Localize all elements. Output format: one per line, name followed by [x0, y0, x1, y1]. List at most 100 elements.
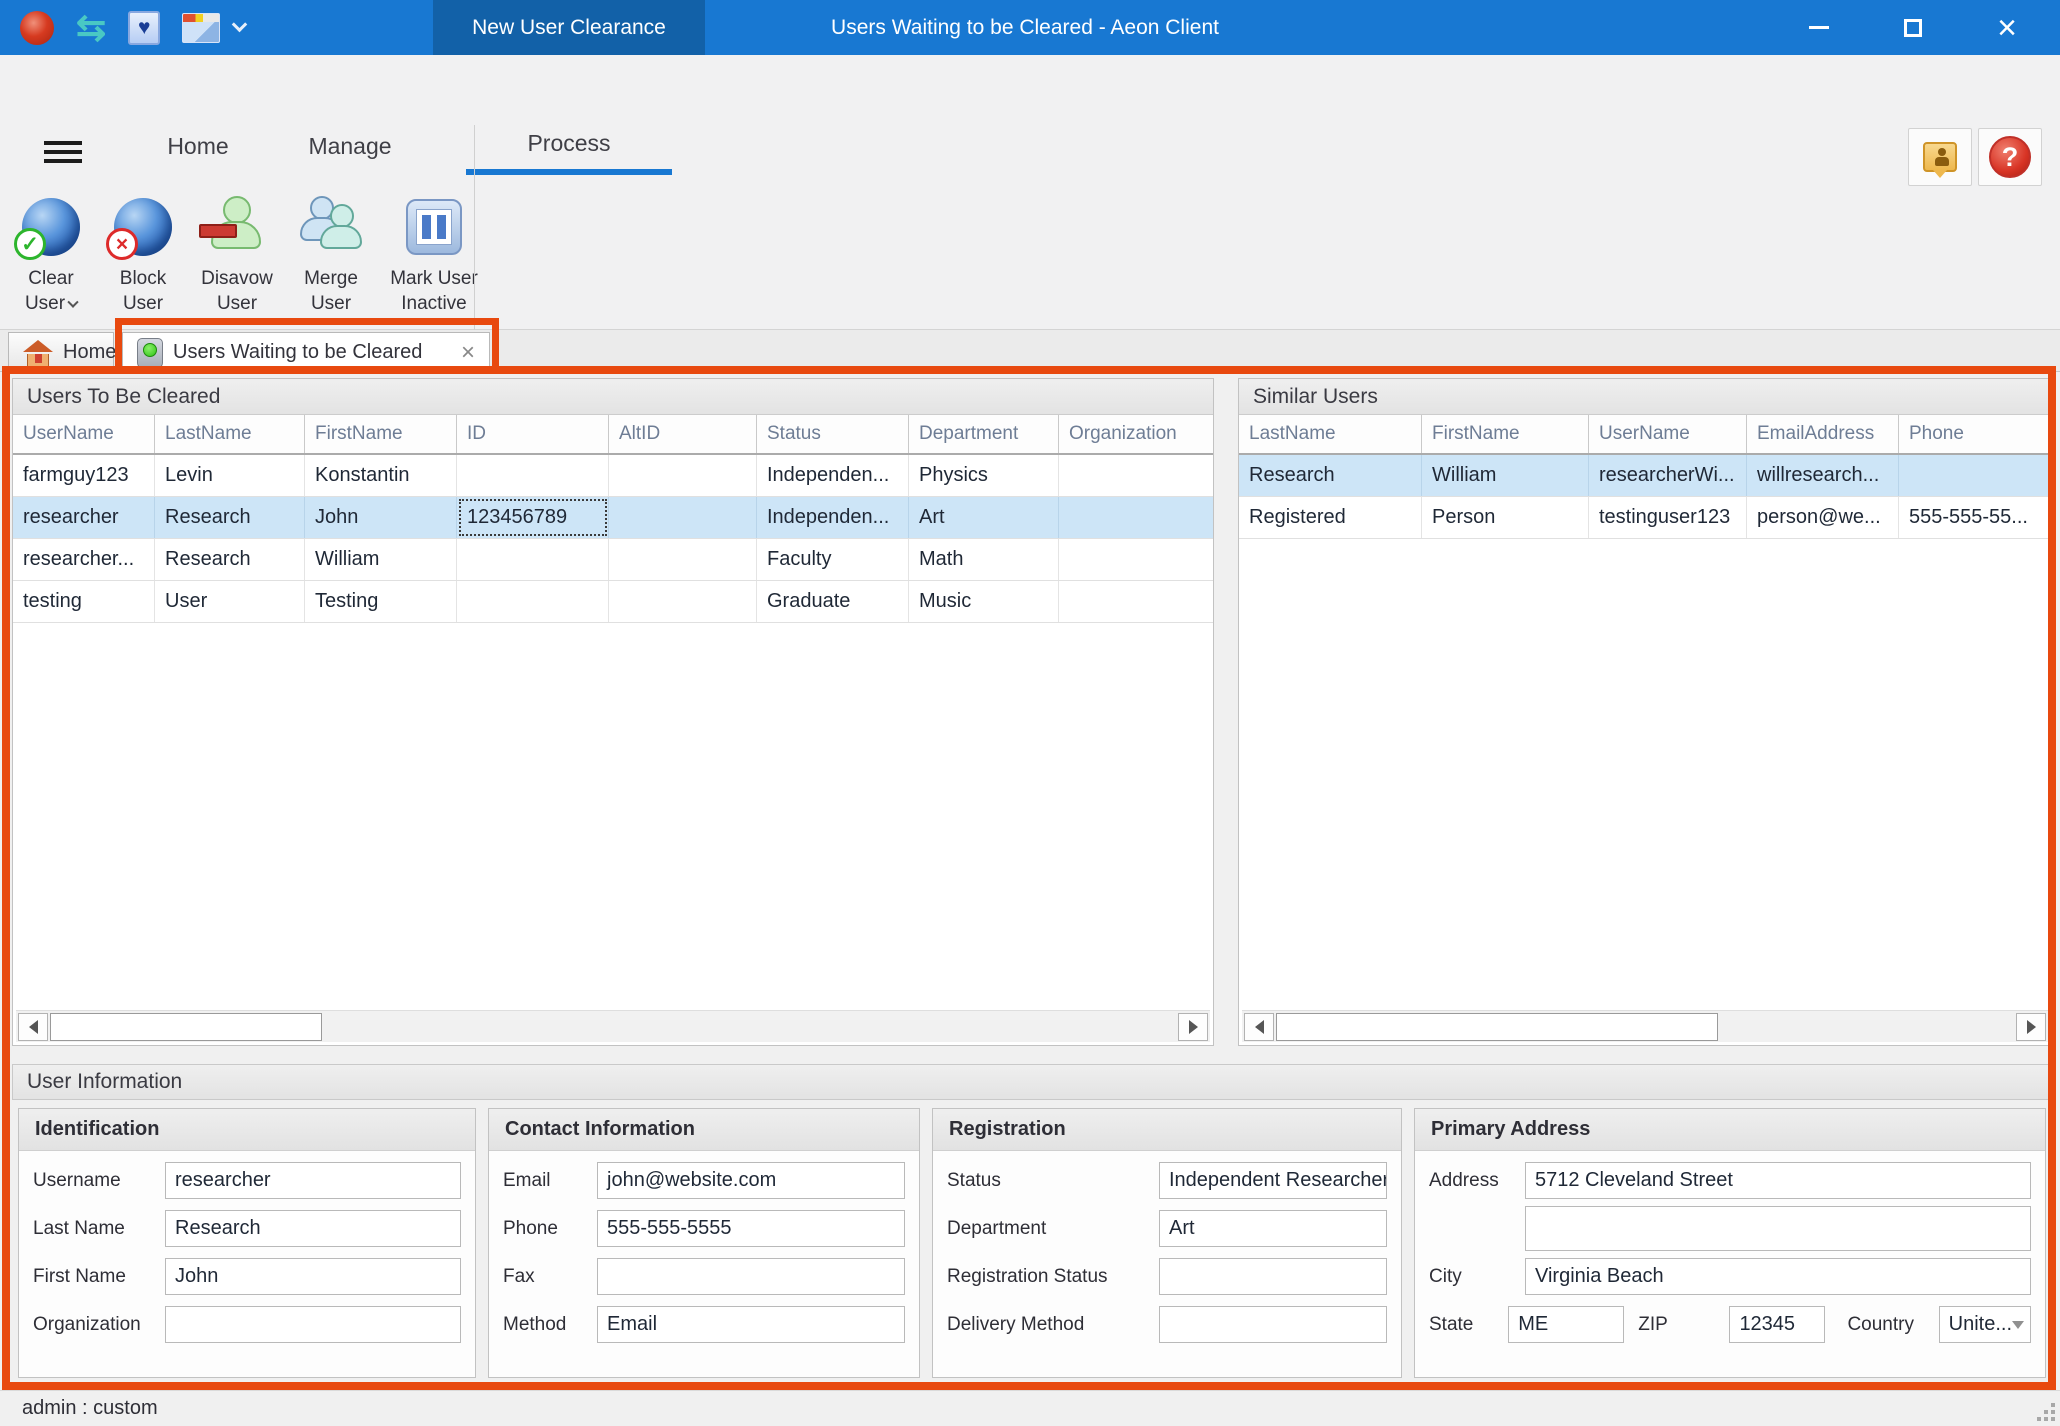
firstname-field[interactable]: John	[165, 1258, 461, 1295]
chevron-down-icon[interactable]	[232, 17, 248, 33]
cell[interactable]: Registered	[1239, 497, 1422, 538]
disavow-user-button[interactable]: Disavow User	[190, 188, 284, 316]
column-header[interactable]: Phone	[1899, 415, 2051, 453]
column-header[interactable]: Organization	[1059, 415, 1213, 453]
cell[interactable]: Testing	[305, 581, 457, 622]
sync-arrows-icon[interactable]: ⇆	[76, 11, 106, 45]
left-grid-hscrollbar[interactable]	[16, 1010, 1210, 1042]
cell[interactable]: willresearch...	[1747, 455, 1899, 496]
zip-field[interactable]: 12345	[1729, 1306, 1825, 1343]
titlebar-app-tab[interactable]: New User Clearance	[433, 0, 705, 55]
column-header[interactable]: LastName	[155, 415, 305, 453]
cell[interactable]: User	[155, 581, 305, 622]
cell[interactable]	[609, 497, 757, 538]
cell[interactable]	[609, 581, 757, 622]
cell[interactable]: John	[305, 497, 457, 538]
cell[interactable]: Graduate	[757, 581, 909, 622]
feedback-button[interactable]	[1908, 128, 1972, 186]
scroll-right-button[interactable]	[2016, 1013, 2046, 1041]
clear-user-button[interactable]: ✓ Clear User	[6, 188, 96, 316]
cell[interactable]: researcher...	[13, 539, 155, 580]
city-field[interactable]: Virginia Beach	[1525, 1258, 2031, 1295]
cell[interactable]: researcherWi...	[1589, 455, 1747, 496]
delivery-method-field[interactable]	[1159, 1306, 1387, 1343]
cell[interactable]	[457, 455, 609, 496]
merge-user-button[interactable]: Merge User	[286, 188, 376, 316]
cell[interactable]	[457, 539, 609, 580]
tab-close-icon[interactable]: ×	[461, 339, 475, 367]
cell[interactable]: person@we...	[1747, 497, 1899, 538]
table-row[interactable]: researcher... Research William Faculty M…	[13, 539, 1213, 581]
cell[interactable]: testinguser123	[1589, 497, 1747, 538]
minimize-button[interactable]	[1772, 0, 1866, 55]
cell[interactable]: Physics	[909, 455, 1059, 496]
resize-grip[interactable]	[2037, 1403, 2055, 1421]
cell[interactable]: William	[1422, 455, 1589, 496]
maximize-button[interactable]	[1866, 0, 1960, 55]
window-properties-icon[interactable]	[182, 13, 220, 43]
status-field[interactable]: Independent Researcher	[1159, 1162, 1387, 1199]
cell[interactable]: Research	[155, 497, 305, 538]
cell[interactable]: Music	[909, 581, 1059, 622]
cell[interactable]	[1059, 539, 1213, 580]
organization-field[interactable]	[165, 1306, 461, 1343]
cell[interactable]	[1899, 455, 2051, 496]
cell[interactable]: William	[305, 539, 457, 580]
close-button[interactable]: ×	[1960, 0, 2054, 55]
ribbon-tab-manage[interactable]: Manage	[292, 117, 408, 175]
cell[interactable]	[1059, 497, 1213, 538]
column-header[interactable]: Department	[909, 415, 1059, 453]
table-row[interactable]: Registered Person testinguser123 person@…	[1239, 497, 2051, 539]
cell[interactable]	[609, 455, 757, 496]
fax-field[interactable]	[597, 1258, 905, 1295]
tab-home[interactable]: Home	[8, 332, 114, 372]
table-row[interactable]: farmguy123 Levin Konstantin Independen..…	[13, 455, 1213, 497]
column-header[interactable]: Status	[757, 415, 909, 453]
username-field[interactable]: researcher	[165, 1162, 461, 1199]
column-header[interactable]: UserName	[13, 415, 155, 453]
favorites-heart-icon[interactable]: ♥	[128, 11, 160, 45]
column-header[interactable]: EmailAddress	[1747, 415, 1899, 453]
cell[interactable]: Research	[1239, 455, 1422, 496]
table-row-selected[interactable]: researcher Research John 123456789 Indep…	[13, 497, 1213, 539]
cell[interactable]	[1059, 455, 1213, 496]
block-user-button[interactable]: × Block User	[98, 188, 188, 316]
ribbon-tab-home[interactable]: Home	[140, 117, 256, 175]
cell[interactable]: Independen...	[757, 455, 909, 496]
table-row[interactable]: testing User Testing Graduate Music	[13, 581, 1213, 623]
cell[interactable]	[609, 539, 757, 580]
address-line1-field[interactable]: 5712 Cleveland Street	[1525, 1162, 2031, 1199]
cell[interactable]: Levin	[155, 455, 305, 496]
cell[interactable]: Research	[155, 539, 305, 580]
address-line2-field[interactable]	[1525, 1206, 2031, 1251]
cell[interactable]: testing	[13, 581, 155, 622]
method-field[interactable]: Email	[597, 1306, 905, 1343]
column-header[interactable]: ID	[457, 415, 609, 453]
menu-hamburger-icon[interactable]	[44, 141, 82, 163]
cell[interactable]: Konstantin	[305, 455, 457, 496]
column-header[interactable]: FirstName	[305, 415, 457, 453]
country-dropdown[interactable]: Unite...	[1939, 1306, 2031, 1343]
help-button[interactable]: ?	[1978, 128, 2042, 186]
scroll-thumb[interactable]	[50, 1013, 322, 1041]
column-header[interactable]: LastName	[1239, 415, 1422, 453]
column-header[interactable]: UserName	[1589, 415, 1747, 453]
right-grid-hscrollbar[interactable]	[1242, 1010, 2048, 1042]
lastname-field[interactable]: Research	[165, 1210, 461, 1247]
cell[interactable]: researcher	[13, 497, 155, 538]
table-row-selected[interactable]: Research William researcherWi... willres…	[1239, 455, 2051, 497]
cell[interactable]: Person	[1422, 497, 1589, 538]
column-header[interactable]: AltID	[609, 415, 757, 453]
cell[interactable]: Independen...	[757, 497, 909, 538]
phone-field[interactable]: 555-555-5555	[597, 1210, 905, 1247]
scroll-thumb[interactable]	[1276, 1013, 1718, 1041]
cell[interactable]: Art	[909, 497, 1059, 538]
scroll-left-button[interactable]	[18, 1013, 48, 1041]
ribbon-tab-process[interactable]: Process	[466, 117, 672, 175]
cell[interactable]: Math	[909, 539, 1059, 580]
email-field[interactable]: john@website.com	[597, 1162, 905, 1199]
state-field[interactable]: ME	[1508, 1306, 1624, 1343]
department-field[interactable]: Art	[1159, 1210, 1387, 1247]
scroll-right-button[interactable]	[1178, 1013, 1208, 1041]
cell[interactable]: Faculty	[757, 539, 909, 580]
